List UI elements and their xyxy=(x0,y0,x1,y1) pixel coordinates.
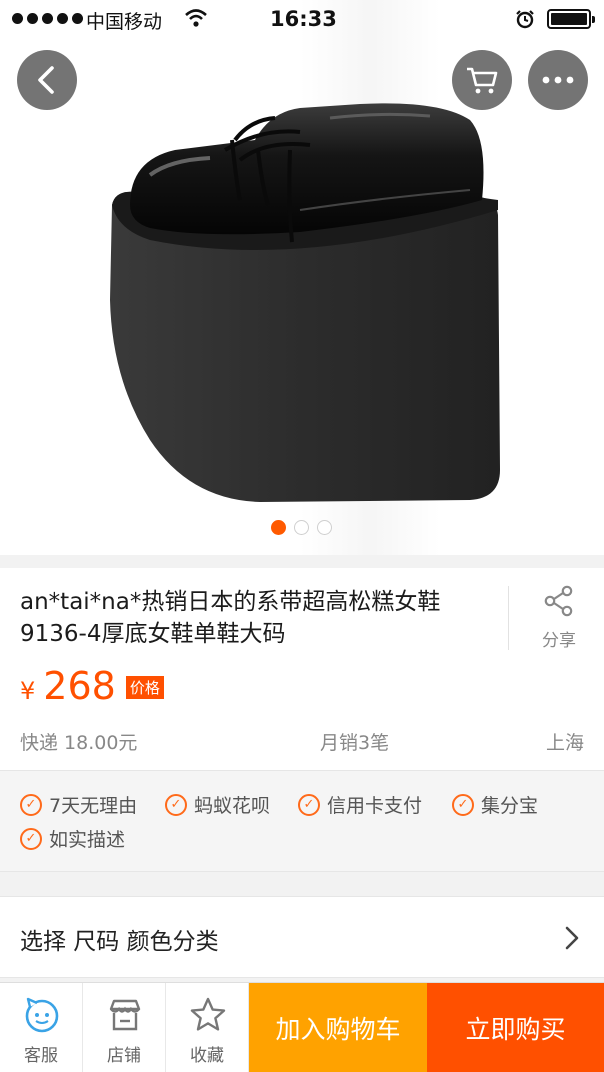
chevron-right-icon xyxy=(565,926,579,950)
share-icon xyxy=(544,585,573,617)
star-icon xyxy=(190,997,226,1031)
service-guarantees[interactable]: ✓ 7天无理由 ✓ 蚂蚁花呗 ✓ 信用卡支付 ✓ 集分宝 ✓ 如实描述 xyxy=(0,770,604,872)
customer-service-tab[interactable]: 客服 xyxy=(0,983,83,1072)
add-to-cart-button[interactable]: 加入购物车 xyxy=(249,983,427,1072)
product-shoe-image xyxy=(110,103,500,502)
shipping-fee: 快递 18.00元 xyxy=(20,732,138,754)
shopping-cart-icon xyxy=(467,67,498,94)
shop-tab[interactable]: 店铺 xyxy=(83,983,166,1072)
share-divider xyxy=(508,586,509,650)
cart-button[interactable] xyxy=(452,50,512,110)
gallery-dot[interactable] xyxy=(317,520,332,535)
shop-label: 店铺 xyxy=(107,1046,141,1066)
check-circle-icon: ✓ xyxy=(452,793,474,816)
gallery-pagination xyxy=(271,520,332,535)
buy-now-button[interactable]: 立即购买 xyxy=(427,983,604,1072)
service-tag: ✓ 信用卡支付 xyxy=(298,791,422,818)
product-info: an*tai*na*热销日本的系带超高松糕女鞋9136-4厚底女鞋单鞋大码 分享… xyxy=(0,568,604,770)
monthly-sales: 月销3笔 xyxy=(320,732,390,754)
status-bar: 中国移动 16:33 xyxy=(0,0,604,40)
share-button[interactable]: 分享 xyxy=(530,584,588,651)
favorite-label: 收藏 xyxy=(190,1046,224,1066)
check-circle-icon: ✓ xyxy=(298,793,320,816)
service-tag: ✓ 如实描述 xyxy=(20,825,125,852)
wifi-icon xyxy=(184,8,208,33)
ship-from-location: 上海 xyxy=(545,732,584,754)
clock-time: 16:33 xyxy=(270,7,337,31)
alarm-icon xyxy=(515,9,535,34)
share-label: 分享 xyxy=(542,631,576,651)
service-tag: ✓ 7天无理由 xyxy=(20,791,137,818)
check-circle-icon: ✓ xyxy=(20,827,42,850)
more-dots-icon xyxy=(542,76,574,84)
customer-service-label: 客服 xyxy=(24,1046,58,1066)
service-tag: ✓ 集分宝 xyxy=(452,791,538,818)
check-circle-icon: ✓ xyxy=(165,793,187,816)
gallery-dot[interactable] xyxy=(294,520,309,535)
store-icon xyxy=(109,999,141,1031)
favorite-tab[interactable]: 收藏 xyxy=(166,983,249,1072)
product-title: an*tai*na*热销日本的系带超高松糕女鞋9136-4厚底女鞋单鞋大码 xyxy=(20,589,441,647)
product-image-gallery[interactable]: 中国移动 16:33 xyxy=(0,0,604,555)
service-tag: ✓ 蚂蚁花呗 xyxy=(165,791,270,818)
sku-selector[interactable]: 选择 尺码 颜色分类 xyxy=(0,896,604,978)
chevron-left-icon xyxy=(38,66,54,94)
bottom-action-bar: 客服 店铺 收藏 加入购物车 立即购买 xyxy=(0,982,604,1072)
back-button[interactable] xyxy=(17,50,77,110)
sku-selector-label: 选择 尺码 颜色分类 xyxy=(20,929,219,955)
battery-icon xyxy=(547,9,595,29)
price-row: ¥ 268 价格 xyxy=(20,664,164,708)
signal-strength-icon xyxy=(12,13,83,24)
currency-symbol: ¥ xyxy=(20,677,36,705)
product-price: 268 xyxy=(43,664,116,708)
carrier-name: 中国移动 xyxy=(86,11,163,33)
price-tag-badge: 价格 xyxy=(125,676,164,699)
more-button[interactable] xyxy=(528,50,588,110)
check-circle-icon: ✓ xyxy=(20,793,42,816)
gallery-dot-active[interactable] xyxy=(271,520,286,535)
customer-service-icon xyxy=(25,997,59,1033)
